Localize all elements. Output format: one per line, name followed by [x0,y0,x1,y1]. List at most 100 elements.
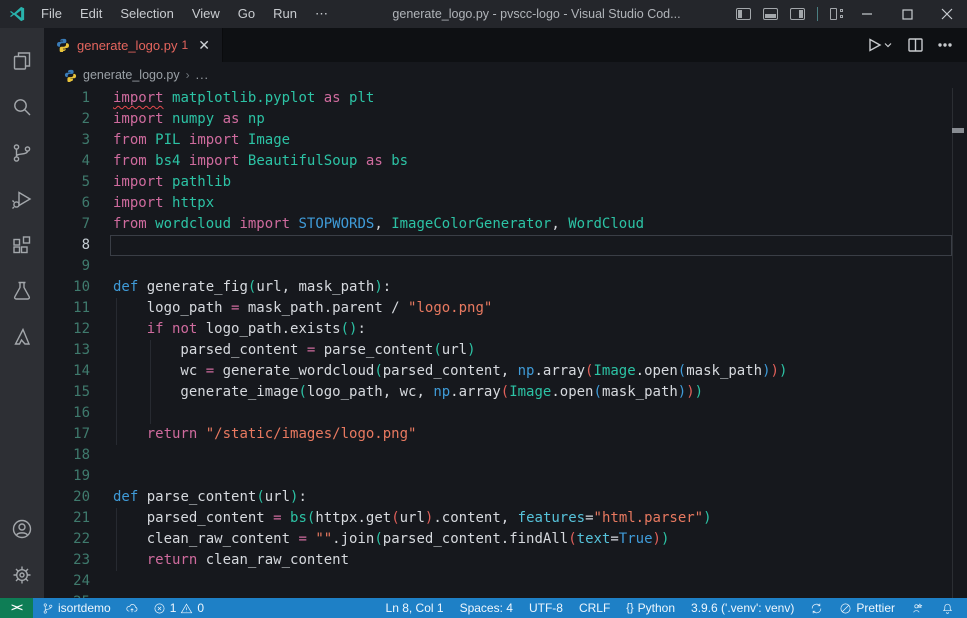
code-line-5[interactable]: 5import pathlib [44,172,967,193]
toggle-secondary-sidebar-icon[interactable] [790,8,805,20]
code-line-19[interactable]: 19 [44,466,967,487]
settings-gear-icon[interactable] [0,552,44,598]
git-branch-icon [42,602,54,615]
publish-status[interactable] [120,598,144,618]
indentation-status[interactable]: Spaces: 4 [455,598,518,618]
code-lines: 1import matplotlib.pyplot as plt2import … [44,88,967,598]
code-line-3[interactable]: 3from PIL import Image [44,130,967,151]
code-line-1[interactable]: 1import matplotlib.pyplot as plt [44,88,967,109]
customize-layout-icon[interactable] [830,8,837,20]
code-text: wc = generate_wordcloud(parsed_content, … [113,361,967,382]
code-line-2[interactable]: 2import numpy as np [44,109,967,130]
code-line-12[interactable]: 12 if not logo_path.exists(): [44,319,967,340]
toggle-sidebar-icon[interactable] [736,8,751,20]
code-text: from wordcloud import STOPWORDS, ImageCo… [113,214,967,235]
branch-status[interactable]: isortdemo [37,598,116,618]
minimize-button[interactable] [847,0,887,28]
divider [817,7,818,21]
source-control-icon[interactable] [0,130,44,176]
code-text [113,235,967,256]
circle-slash-icon [839,602,852,615]
code-text [113,256,967,277]
python-interpreter[interactable]: 3.9.6 ('.venv': venv) [686,598,799,618]
cursor-position[interactable]: Ln 8, Col 1 [381,598,449,618]
sync-icon [810,602,823,615]
account-icon[interactable] [0,506,44,552]
code-line-6[interactable]: 6import httpx [44,193,967,214]
line-number: 19 [44,466,113,487]
search-icon[interactable] [0,84,44,130]
notifications-status[interactable] [936,598,959,618]
more-actions-icon[interactable] [937,38,953,52]
menu-item-go[interactable]: Go [229,0,264,28]
code-text: if not logo_path.exists(): [113,319,967,340]
scrollbar-track[interactable] [952,88,953,598]
feedback-status[interactable] [906,598,930,618]
code-line-13[interactable]: 13 parsed_content = parse_content(url) [44,340,967,361]
toggle-panel-icon[interactable] [763,8,778,20]
menu-item-edit[interactable]: Edit [71,0,111,28]
azure-icon[interactable] [0,314,44,360]
code-text: import matplotlib.pyplot as plt [113,88,967,109]
menu-item-view[interactable]: View [183,0,229,28]
code-line-15[interactable]: 15 generate_image(logo_path, wc, np.arra… [44,382,967,403]
code-line-7[interactable]: 7from wordcloud import STOPWORDS, ImageC… [44,214,967,235]
remote-indicator[interactable]: >< [0,598,33,618]
problems-status[interactable]: 1 0 [148,598,209,618]
code-text: clean_raw_content = "".join(parsed_conte… [113,529,967,550]
maximize-button[interactable] [887,0,927,28]
tab-generate-logo[interactable]: generate_logo.py 1 ✕ [44,28,223,62]
line-number: 25 [44,592,113,598]
menu-item-[interactable]: ⋯ [306,0,337,28]
language-mode[interactable]: {} Python [621,598,680,618]
error-count: 1 [170,601,177,615]
code-line-18[interactable]: 18 [44,445,967,466]
line-number: 18 [44,445,113,466]
line-number: 11 [44,298,113,319]
menu-item-run[interactable]: Run [264,0,306,28]
code-line-23[interactable]: 23 return clean_raw_content [44,550,967,571]
breadcrumb-symbol[interactable]: ... [196,68,209,82]
split-editor-icon[interactable] [908,38,923,52]
formatter-status[interactable]: Prettier [834,598,900,618]
line-number: 5 [44,172,113,193]
code-text: logo_path = mask_path.parent / "logo.png… [113,298,967,319]
tab-close-icon[interactable]: ✕ [196,37,212,53]
code-text [113,592,967,598]
extensions-icon[interactable] [0,222,44,268]
line-number: 13 [44,340,113,361]
code-line-11[interactable]: 11 logo_path = mask_path.parent / "logo.… [44,298,967,319]
line-number: 16 [44,403,113,424]
encoding-status[interactable]: UTF-8 [524,598,568,618]
run-debug-icon[interactable] [0,176,44,222]
code-text [113,571,967,592]
menu-item-selection[interactable]: Selection [111,0,182,28]
code-line-20[interactable]: 20def parse_content(url): [44,487,967,508]
code-line-16[interactable]: 16 [44,403,967,424]
code-editor[interactable]: 1import matplotlib.pyplot as plt2import … [44,88,967,598]
code-text [113,445,967,466]
run-python-file-icon[interactable] [868,38,894,52]
overview-ruler-marker [952,128,964,133]
menu-item-file[interactable]: File [32,0,71,28]
testing-icon[interactable] [0,268,44,314]
explorer-icon[interactable] [0,38,44,84]
code-line-25[interactable]: 25 [44,592,967,598]
code-line-24[interactable]: 24 [44,571,967,592]
code-line-9[interactable]: 9 [44,256,967,277]
close-window-button[interactable] [927,0,967,28]
code-line-17[interactable]: 17 return "/static/images/logo.png" [44,424,967,445]
menu-bar: FileEditSelectionViewGoRun⋯ [32,0,337,28]
code-line-10[interactable]: 10def generate_fig(url, mask_path): [44,277,967,298]
code-line-14[interactable]: 14 wc = generate_wordcloud(parsed_conten… [44,361,967,382]
eol-status[interactable]: CRLF [574,598,615,618]
code-line-4[interactable]: 4from bs4 import BeautifulSoup as bs [44,151,967,172]
title-bar: FileEditSelectionViewGoRun⋯ generate_log… [0,0,967,28]
bell-icon [941,602,954,615]
activity-bar [0,28,44,598]
code-line-8[interactable]: 8 [44,235,967,256]
code-line-21[interactable]: 21 parsed_content = bs(httpx.get(url).co… [44,508,967,529]
code-line-22[interactable]: 22 clean_raw_content = "".join(parsed_co… [44,529,967,550]
breadcrumb-file[interactable]: generate_logo.py [83,68,180,82]
sync-status[interactable] [805,598,828,618]
